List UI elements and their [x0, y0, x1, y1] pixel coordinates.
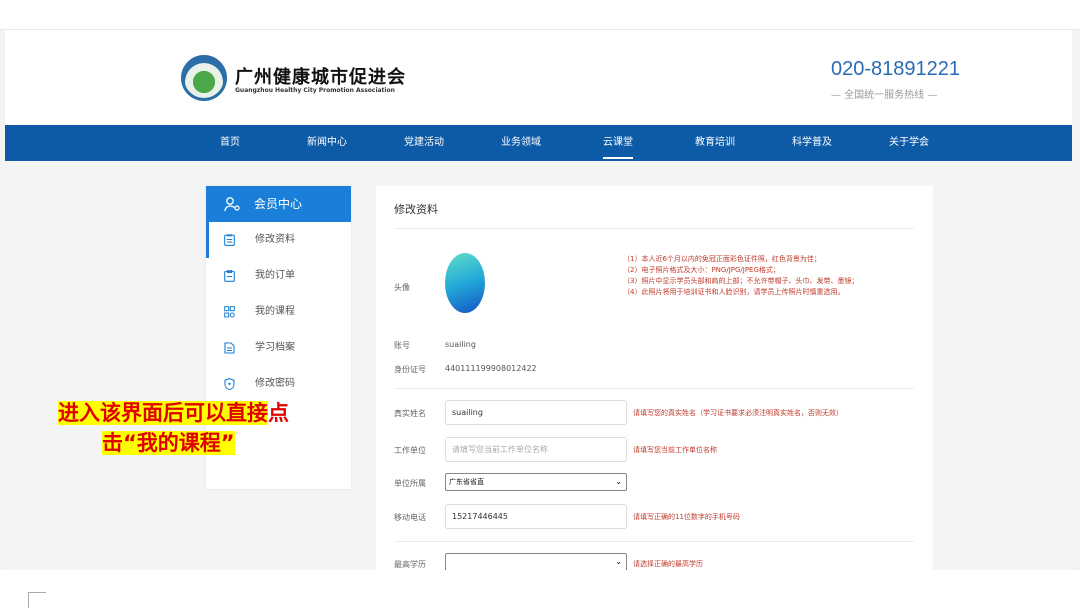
- real-name-hint: 请填写您的真实姓名（学习证书要求必须注明真实姓名，否则无效）: [633, 409, 843, 417]
- org-name: 广州健康城市促进会: [235, 67, 406, 88]
- slide-top-margin: [0, 0, 1080, 30]
- education-label: 最高学历: [394, 560, 426, 569]
- crop-mark: [28, 592, 46, 608]
- mobile-label: 移动电话: [394, 513, 426, 522]
- sidebar-title: 会员中心: [254, 197, 303, 211]
- chevron-down-icon: ⌄: [615, 477, 622, 486]
- avatar-label: 头像: [394, 283, 410, 292]
- nav-item-home[interactable]: 首页: [220, 125, 240, 161]
- mobile-hint: 请填写正确的11位数字的手机号码: [633, 513, 740, 521]
- sidebar-item-edit-profile[interactable]: 修改资料: [206, 222, 351, 258]
- tutorial-annotation: 进入该界面后可以直接点 击“我的课程”: [58, 398, 289, 458]
- nav-item-science[interactable]: 科学普及: [792, 125, 832, 161]
- work-unit-hint: 请填写您当前工作单位名称: [633, 446, 717, 454]
- real-name-field[interactable]: suailing: [445, 400, 627, 425]
- account-value: suailing: [445, 340, 476, 349]
- sidebar-item-label: 修改密码: [255, 378, 295, 389]
- photo-note: （2）电子照片格式及大小：PNG/JPG/JPEG格式；: [623, 266, 780, 274]
- unit-affiliation-value: 广东省省直: [449, 478, 484, 486]
- org-name-en: Guangzhou Healthy City Promotion Associa…: [235, 87, 395, 94]
- archive-icon: [224, 342, 235, 354]
- real-name-label: 真实姓名: [394, 409, 426, 418]
- hotline-caption: — 全国统一服务热线 —: [831, 90, 938, 101]
- account-label: 账号: [394, 341, 410, 350]
- nav-item-business[interactable]: 业务领域: [501, 125, 541, 161]
- nav-item-training[interactable]: 教育培训: [695, 125, 735, 161]
- nav-item-news[interactable]: 新闻中心: [307, 125, 347, 161]
- photo-note: （3）照片中显示学员头部和肩的上部；不允许带帽子、头巾、发带、墨镜；: [623, 277, 859, 285]
- photo-note: （1）本人近6个月以内的免冠正面彩色证件照，红色背景为佳；: [623, 255, 821, 263]
- education-select[interactable]: ⌄: [445, 553, 627, 570]
- course-icon: [224, 306, 235, 318]
- sidebar-item-my-orders[interactable]: 我的订单: [206, 258, 351, 294]
- user-settings-icon: [224, 197, 240, 212]
- mobile-field[interactable]: 15217446445: [445, 504, 627, 529]
- annotation-highlight: 击“我的课程”: [102, 431, 235, 455]
- clipboard-icon: [224, 234, 235, 246]
- site-header: 广州健康城市促进会 Guangzhou Healthy City Promoti…: [5, 30, 1072, 125]
- nav-item-party[interactable]: 党建活动: [404, 125, 444, 161]
- photo-note: （4）此照片将用于培训证书和人脸识别，请学员上传照片时慎重选用。: [623, 288, 845, 296]
- slide-right-margin: [1072, 30, 1080, 570]
- annotation-highlight: 进入该界面后可以直接: [58, 401, 268, 425]
- id-number-value: 440111199908012422: [445, 364, 537, 373]
- avatar[interactable]: [445, 253, 485, 313]
- shield-icon: [224, 378, 235, 390]
- education-hint: 请选择正确的最高学历: [633, 560, 703, 568]
- annotation-text: 点: [268, 401, 289, 425]
- divider: [394, 541, 914, 542]
- sidebar-item-label: 我的课程: [255, 306, 295, 317]
- main-nav: 首页 新闻中心 党建活动 业务领域 云课堂 教育培训 科学普及 关于学会: [5, 125, 1072, 161]
- sidebar-item-my-courses[interactable]: 我的课程: [206, 294, 351, 330]
- screenshot-frame: 广州健康城市促进会 Guangzhou Healthy City Promoti…: [0, 0, 1080, 608]
- slide-bottom-margin: [0, 570, 1080, 608]
- id-number-label: 身份证号: [394, 365, 426, 374]
- unit-affiliation-select[interactable]: 广东省省直 ⌄: [445, 473, 627, 491]
- unit-affiliation-label: 单位所属: [394, 479, 426, 488]
- logo-icon[interactable]: [181, 55, 227, 101]
- divider: [394, 388, 914, 389]
- web-page: 广州健康城市促进会 Guangzhou Healthy City Promoti…: [5, 30, 1072, 570]
- profile-form-panel: 修改资料 头像 （1）本人近6个月以内的免冠正面彩色证件照，红色背景为佳； （2…: [376, 186, 933, 570]
- sidebar-header: 会员中心: [206, 186, 351, 222]
- work-unit-label: 工作单位: [394, 446, 426, 455]
- sidebar-item-label: 我的订单: [255, 270, 295, 281]
- sidebar-item-label: 修改资料: [255, 234, 295, 245]
- hotline-number: 020-81891221: [831, 58, 961, 80]
- nav-item-cloud-class[interactable]: 云课堂: [603, 125, 633, 161]
- work-unit-field[interactable]: 请填写您当前工作单位名称: [445, 437, 627, 462]
- sidebar-item-label: 学习档案: [255, 342, 295, 353]
- divider: [394, 228, 914, 229]
- sidebar-item-change-password[interactable]: 修改密码: [206, 366, 351, 402]
- sidebar-item-study-archive[interactable]: 学习档案: [206, 330, 351, 366]
- page-title: 修改资料: [394, 203, 438, 216]
- order-icon: [224, 270, 235, 282]
- photo-requirements: （1）本人近6个月以内的免冠正面彩色证件照，红色背景为佳； （2）电子照片格式及…: [623, 254, 875, 298]
- nav-item-about[interactable]: 关于学会: [889, 125, 929, 161]
- chevron-down-icon: ⌄: [615, 557, 622, 566]
